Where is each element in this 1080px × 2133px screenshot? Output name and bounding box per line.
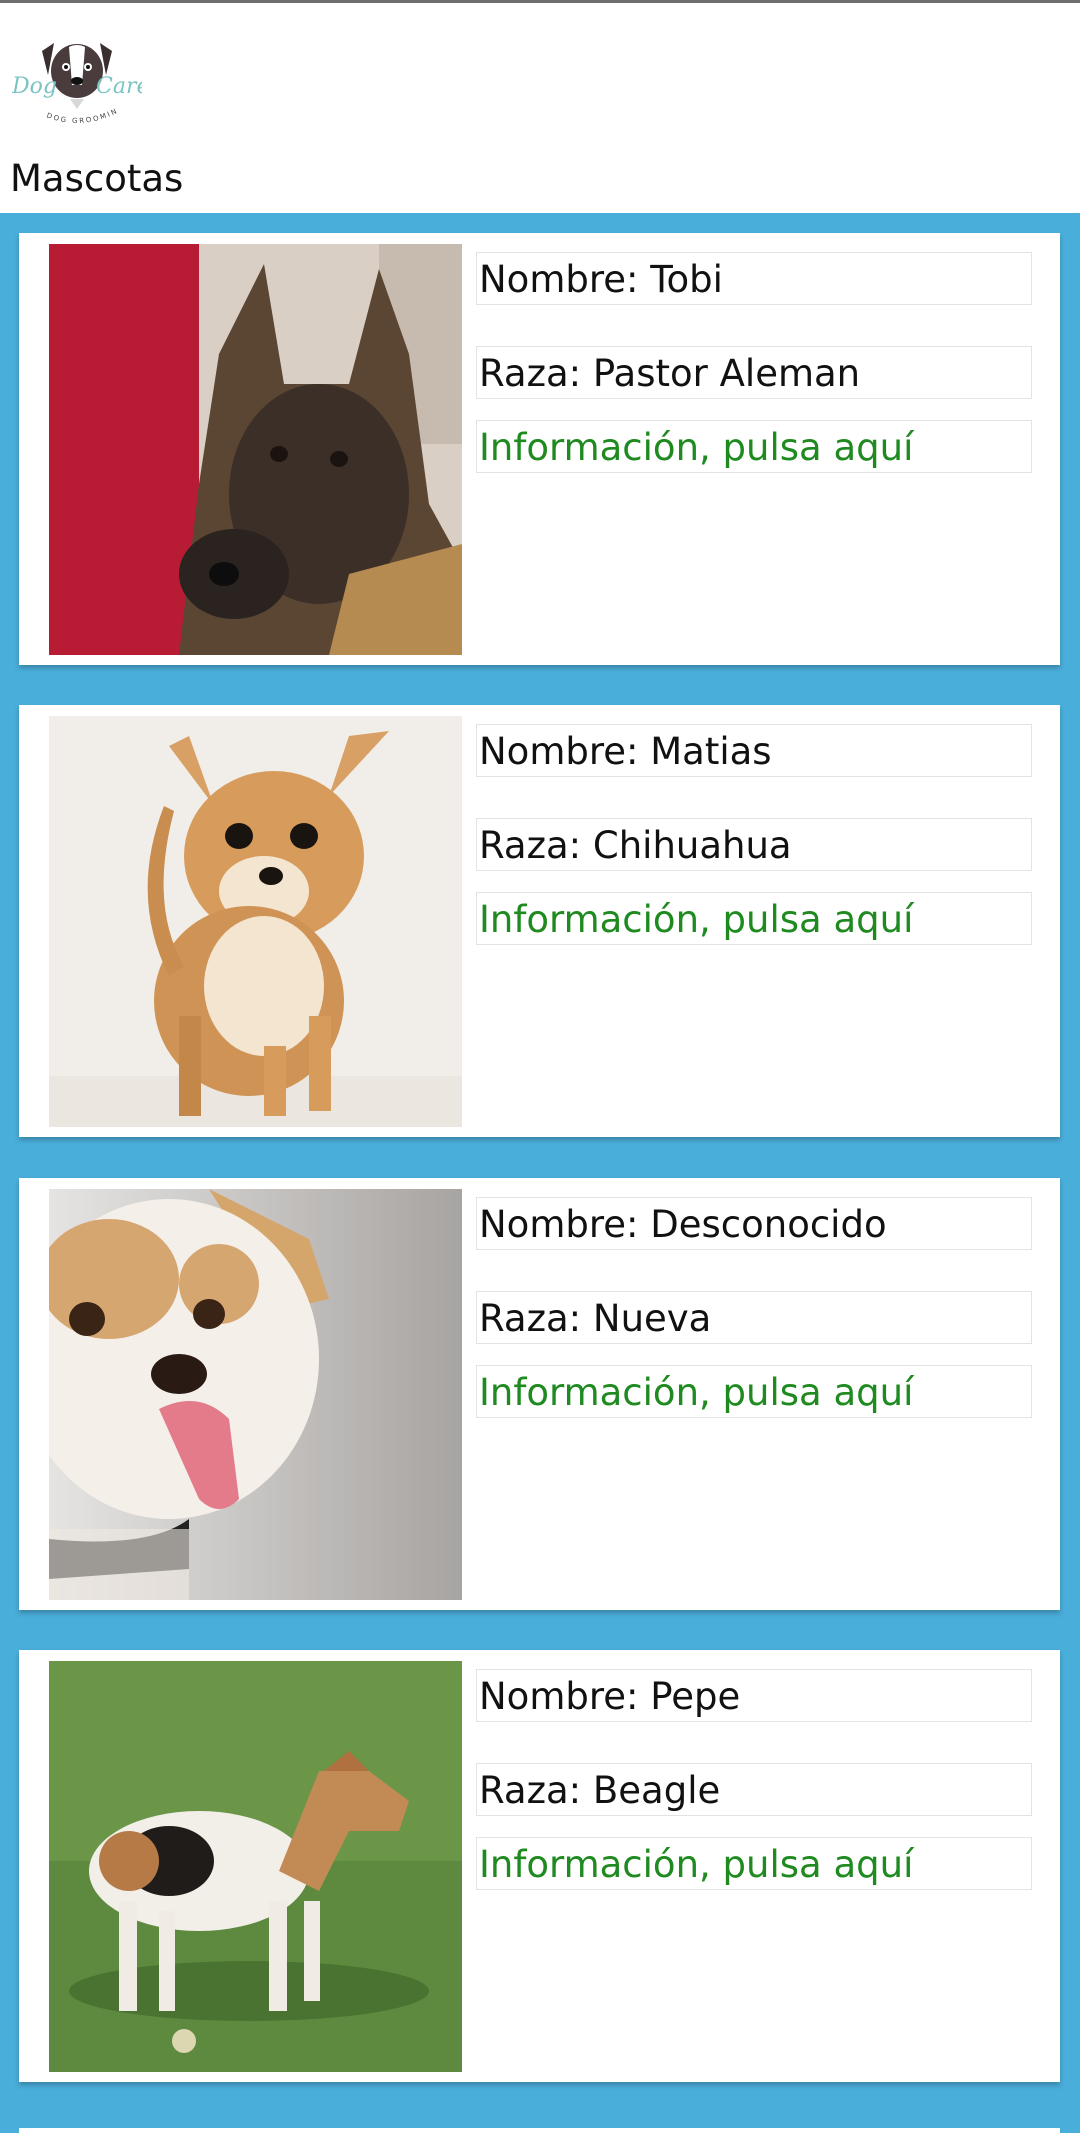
pet-photo	[49, 1189, 462, 1600]
dog-face-logo-icon: Dog Care DOG GROOMING	[8, 27, 149, 125]
pet-breed: Raza: Beagle	[476, 1763, 1032, 1816]
pet-breed: Raza: Pastor Aleman	[476, 346, 1032, 399]
pet-name: Nombre: Tobi	[476, 252, 1032, 305]
pet-info-link[interactable]: Información, pulsa aquí	[476, 1365, 1032, 1418]
pet-info-link[interactable]: Información, pulsa aquí	[476, 420, 1032, 473]
pet-photo	[49, 1661, 462, 2072]
pet-breed: Raza: Chihuahua	[476, 818, 1032, 871]
pet-name: Nombre: Matias	[476, 724, 1032, 777]
pet-list[interactable]: Nombre: Tobi Raza: Pastor Aleman Informa…	[0, 213, 1080, 2133]
pet-breed: Raza: Nueva	[476, 1291, 1032, 1344]
app-header: Dog Care DOG GROOMING Mascotas	[0, 3, 1080, 213]
pet-photo	[49, 244, 462, 655]
pet-card[interactable]: Nombre: Matias Raza: Chihuahua Informaci…	[19, 705, 1060, 1137]
svg-text:Dog: Dog	[12, 74, 57, 99]
pet-photo	[49, 716, 462, 1127]
pet-card[interactable]: Nombre: Tobi Raza: Pastor Aleman Informa…	[19, 233, 1060, 665]
pet-info-link[interactable]: Información, pulsa aquí	[476, 1837, 1032, 1890]
pet-card[interactable]: Nombre: Pepe Raza: Beagle Información, p…	[19, 1650, 1060, 2082]
dog-care-logo: Dog Care DOG GROOMING	[8, 27, 149, 133]
pet-name: Nombre: Pepe	[476, 1669, 1032, 1722]
svg-text:Care: Care	[96, 74, 142, 99]
pet-info-link[interactable]: Información, pulsa aquí	[476, 892, 1032, 945]
pet-card[interactable]: Nombre: Desconocido Raza: Nueva Informac…	[19, 1178, 1060, 1610]
pet-card-partial[interactable]	[19, 2128, 1060, 2133]
pet-name: Nombre: Desconocido	[476, 1197, 1032, 1250]
page-title: Mascotas	[10, 157, 184, 200]
